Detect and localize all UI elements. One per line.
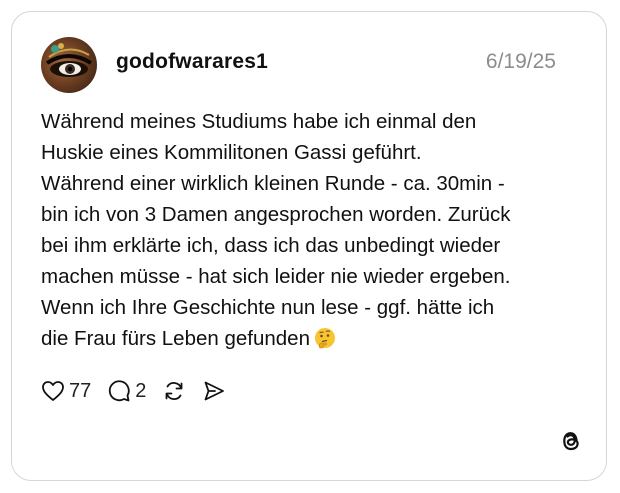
- post-line: Während einer wirklich kleinen Runde - c…: [41, 172, 505, 195]
- post-line: bin ich von 3 Damen angesprochen worden.…: [41, 203, 511, 226]
- share-button[interactable]: [202, 379, 226, 403]
- post-line: bei ihm erklärte ich, dass ich das unbed…: [41, 234, 501, 257]
- post-line: Während meines Studiums habe ich einmal …: [41, 110, 477, 133]
- post-line-last: die Frau fürs Leben gefunden: [41, 323, 581, 354]
- threads-logo-icon: [558, 428, 584, 454]
- avatar[interactable]: [41, 37, 97, 93]
- heart-icon[interactable]: [41, 380, 65, 402]
- post-line: Huskie eines Kommilitonen Gassi geführt.: [41, 141, 422, 164]
- post-body: Während meines Studiums habe ich einmal …: [41, 106, 581, 354]
- like-count: 77: [69, 379, 92, 402]
- post-date: 6/19/25: [485, 50, 556, 73]
- repost-icon[interactable]: [162, 379, 186, 403]
- like-button[interactable]: 77: [41, 380, 91, 403]
- thinking-face-emoji-icon: [314, 327, 336, 349]
- action-bar: 77 2: [41, 376, 242, 406]
- post-line: Wenn ich Ihre Geschichte nun lese - ggf.…: [41, 296, 495, 319]
- reply-button[interactable]: 2: [107, 379, 146, 403]
- repost-button[interactable]: [162, 379, 186, 403]
- post-line: machen müsse - hat sich leider nie wiede…: [41, 265, 511, 288]
- comment-icon[interactable]: [107, 379, 131, 403]
- post-line: die Frau fürs Leben gefunden: [41, 327, 310, 350]
- share-icon[interactable]: [202, 379, 226, 403]
- reply-count: 2: [135, 379, 147, 402]
- username[interactable]: godofwarares1: [116, 50, 268, 74]
